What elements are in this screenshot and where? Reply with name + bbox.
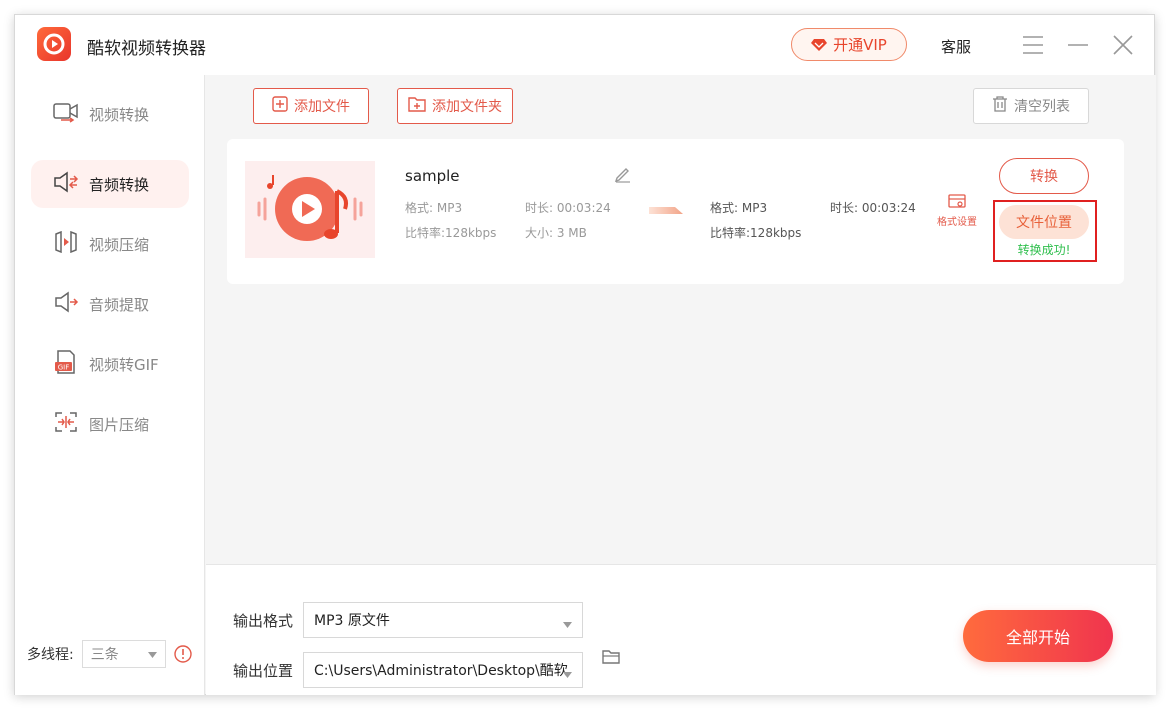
source-duration: 时长: 00:03:24	[525, 201, 611, 215]
file-item: sample 格式: MP3 时长: 00:03:24 比特率:128kbps …	[227, 139, 1124, 284]
plus-box-icon	[272, 96, 288, 116]
settings-icon	[933, 194, 981, 210]
target-bitrate: 比特率:128kbps	[710, 226, 802, 240]
output-location-label: 输出位置	[233, 662, 294, 680]
threads-setting: 多线程: 三条	[27, 640, 192, 668]
app-title: 酷软视频转换器	[87, 39, 206, 59]
gif-icon: GIF	[53, 350, 79, 378]
video-compress-icon	[53, 230, 79, 257]
format-settings-label: 格式设置	[937, 217, 977, 228]
info-icon[interactable]	[174, 645, 192, 663]
sidebar-item-video-to-gif[interactable]: GIF 视频转GIF	[31, 340, 189, 388]
sidebar-item-video-compress[interactable]: 视频压缩	[31, 220, 189, 268]
image-compress-icon	[53, 411, 79, 437]
output-location-select[interactable]: C:\Users\Administrator\Desktop\酷软	[303, 652, 583, 688]
sidebar-item-audio-convert[interactable]: 音频转换	[31, 160, 189, 208]
add-folder-label: 添加文件夹	[432, 99, 502, 115]
output-format-select[interactable]: MP3 原文件	[303, 602, 583, 638]
start-all-button[interactable]: 全部开始	[963, 610, 1113, 662]
add-file-button[interactable]: 添加文件	[253, 88, 369, 124]
video-convert-icon	[53, 101, 79, 127]
service-button[interactable]: 客服	[941, 36, 971, 57]
chevron-down-icon	[563, 616, 572, 632]
output-location-value: C:\Users\Administrator\Desktop\酷软	[314, 663, 568, 679]
folder-icon[interactable]	[602, 648, 622, 666]
sidebar: 视频转换 音频转换 视频压缩 音频提取 GIF 视频转GIF 图片压缩 多线程:…	[15, 75, 205, 695]
vip-label: 开通VIP	[833, 36, 887, 54]
source-bitrate: 比特率:128kbps	[405, 226, 497, 240]
app-logo-icon	[37, 27, 71, 61]
chevron-down-icon	[147, 646, 157, 662]
sidebar-item-label: 视频压缩	[89, 235, 150, 254]
sidebar-item-label: 视频转GIF	[89, 355, 159, 374]
clear-list-button[interactable]: 清空列表	[973, 88, 1089, 124]
threads-select[interactable]: 三条	[81, 640, 166, 668]
minimize-icon[interactable]	[1066, 33, 1090, 57]
add-folder-button[interactable]: 添加文件夹	[397, 88, 513, 124]
sidebar-item-audio-extract[interactable]: 音频提取	[31, 280, 189, 328]
vip-button[interactable]: 开通VIP	[791, 28, 907, 61]
format-settings-button[interactable]: 格式设置	[933, 194, 981, 228]
title-bar: 酷软视频转换器 开通VIP 客服	[15, 15, 1154, 75]
audio-thumbnail	[245, 161, 375, 258]
output-format-value: MP3 原文件	[314, 613, 390, 629]
status-text: 转换成功!	[1017, 243, 1071, 257]
arrow-right-icon	[649, 201, 683, 214]
clear-list-label: 清空列表	[1014, 99, 1070, 115]
svg-text:GIF: GIF	[58, 364, 70, 372]
chevron-down-icon	[563, 666, 572, 682]
audio-extract-icon	[53, 291, 79, 317]
folder-plus-icon	[408, 96, 426, 116]
sidebar-item-label: 音频提取	[89, 295, 150, 314]
threads-label: 多线程:	[27, 647, 74, 663]
audio-convert-icon	[53, 171, 79, 197]
source-format: 格式: MP3	[405, 201, 463, 215]
edit-icon[interactable]	[614, 165, 632, 183]
file-location-button[interactable]: 文件位置	[999, 205, 1089, 239]
file-list-area: 添加文件 添加文件夹 清空列表 sample 格式: MP3 时长: 00:03…	[206, 75, 1156, 564]
sidebar-item-video-convert[interactable]: 视频转换	[31, 90, 189, 138]
trash-icon	[992, 96, 1008, 116]
output-format-label: 输出格式	[233, 612, 294, 630]
file-name: sample	[405, 167, 460, 185]
output-settings: 输出格式 MP3 原文件 输出位置 C:\Users\Administrator…	[206, 564, 1156, 695]
close-icon[interactable]	[1111, 33, 1135, 57]
app-window: 酷软视频转换器 开通VIP 客服 视频转换 音频转换 视频压缩 音频提取 GIF…	[14, 14, 1156, 695]
threads-value: 三条	[90, 647, 119, 663]
diamond-icon	[811, 38, 828, 52]
target-format: 格式: MP3	[710, 201, 768, 215]
sidebar-item-label: 图片压缩	[89, 415, 150, 434]
sidebar-item-label: 视频转换	[89, 105, 150, 124]
add-file-label: 添加文件	[294, 99, 350, 115]
menu-icon[interactable]	[1021, 33, 1045, 57]
convert-button[interactable]: 转换	[999, 158, 1089, 194]
sidebar-item-image-compress[interactable]: 图片压缩	[31, 400, 189, 448]
sidebar-item-label: 音频转换	[89, 175, 150, 194]
source-size: 大小: 3 MB	[525, 226, 587, 240]
target-duration: 时长: 00:03:24	[830, 201, 916, 215]
